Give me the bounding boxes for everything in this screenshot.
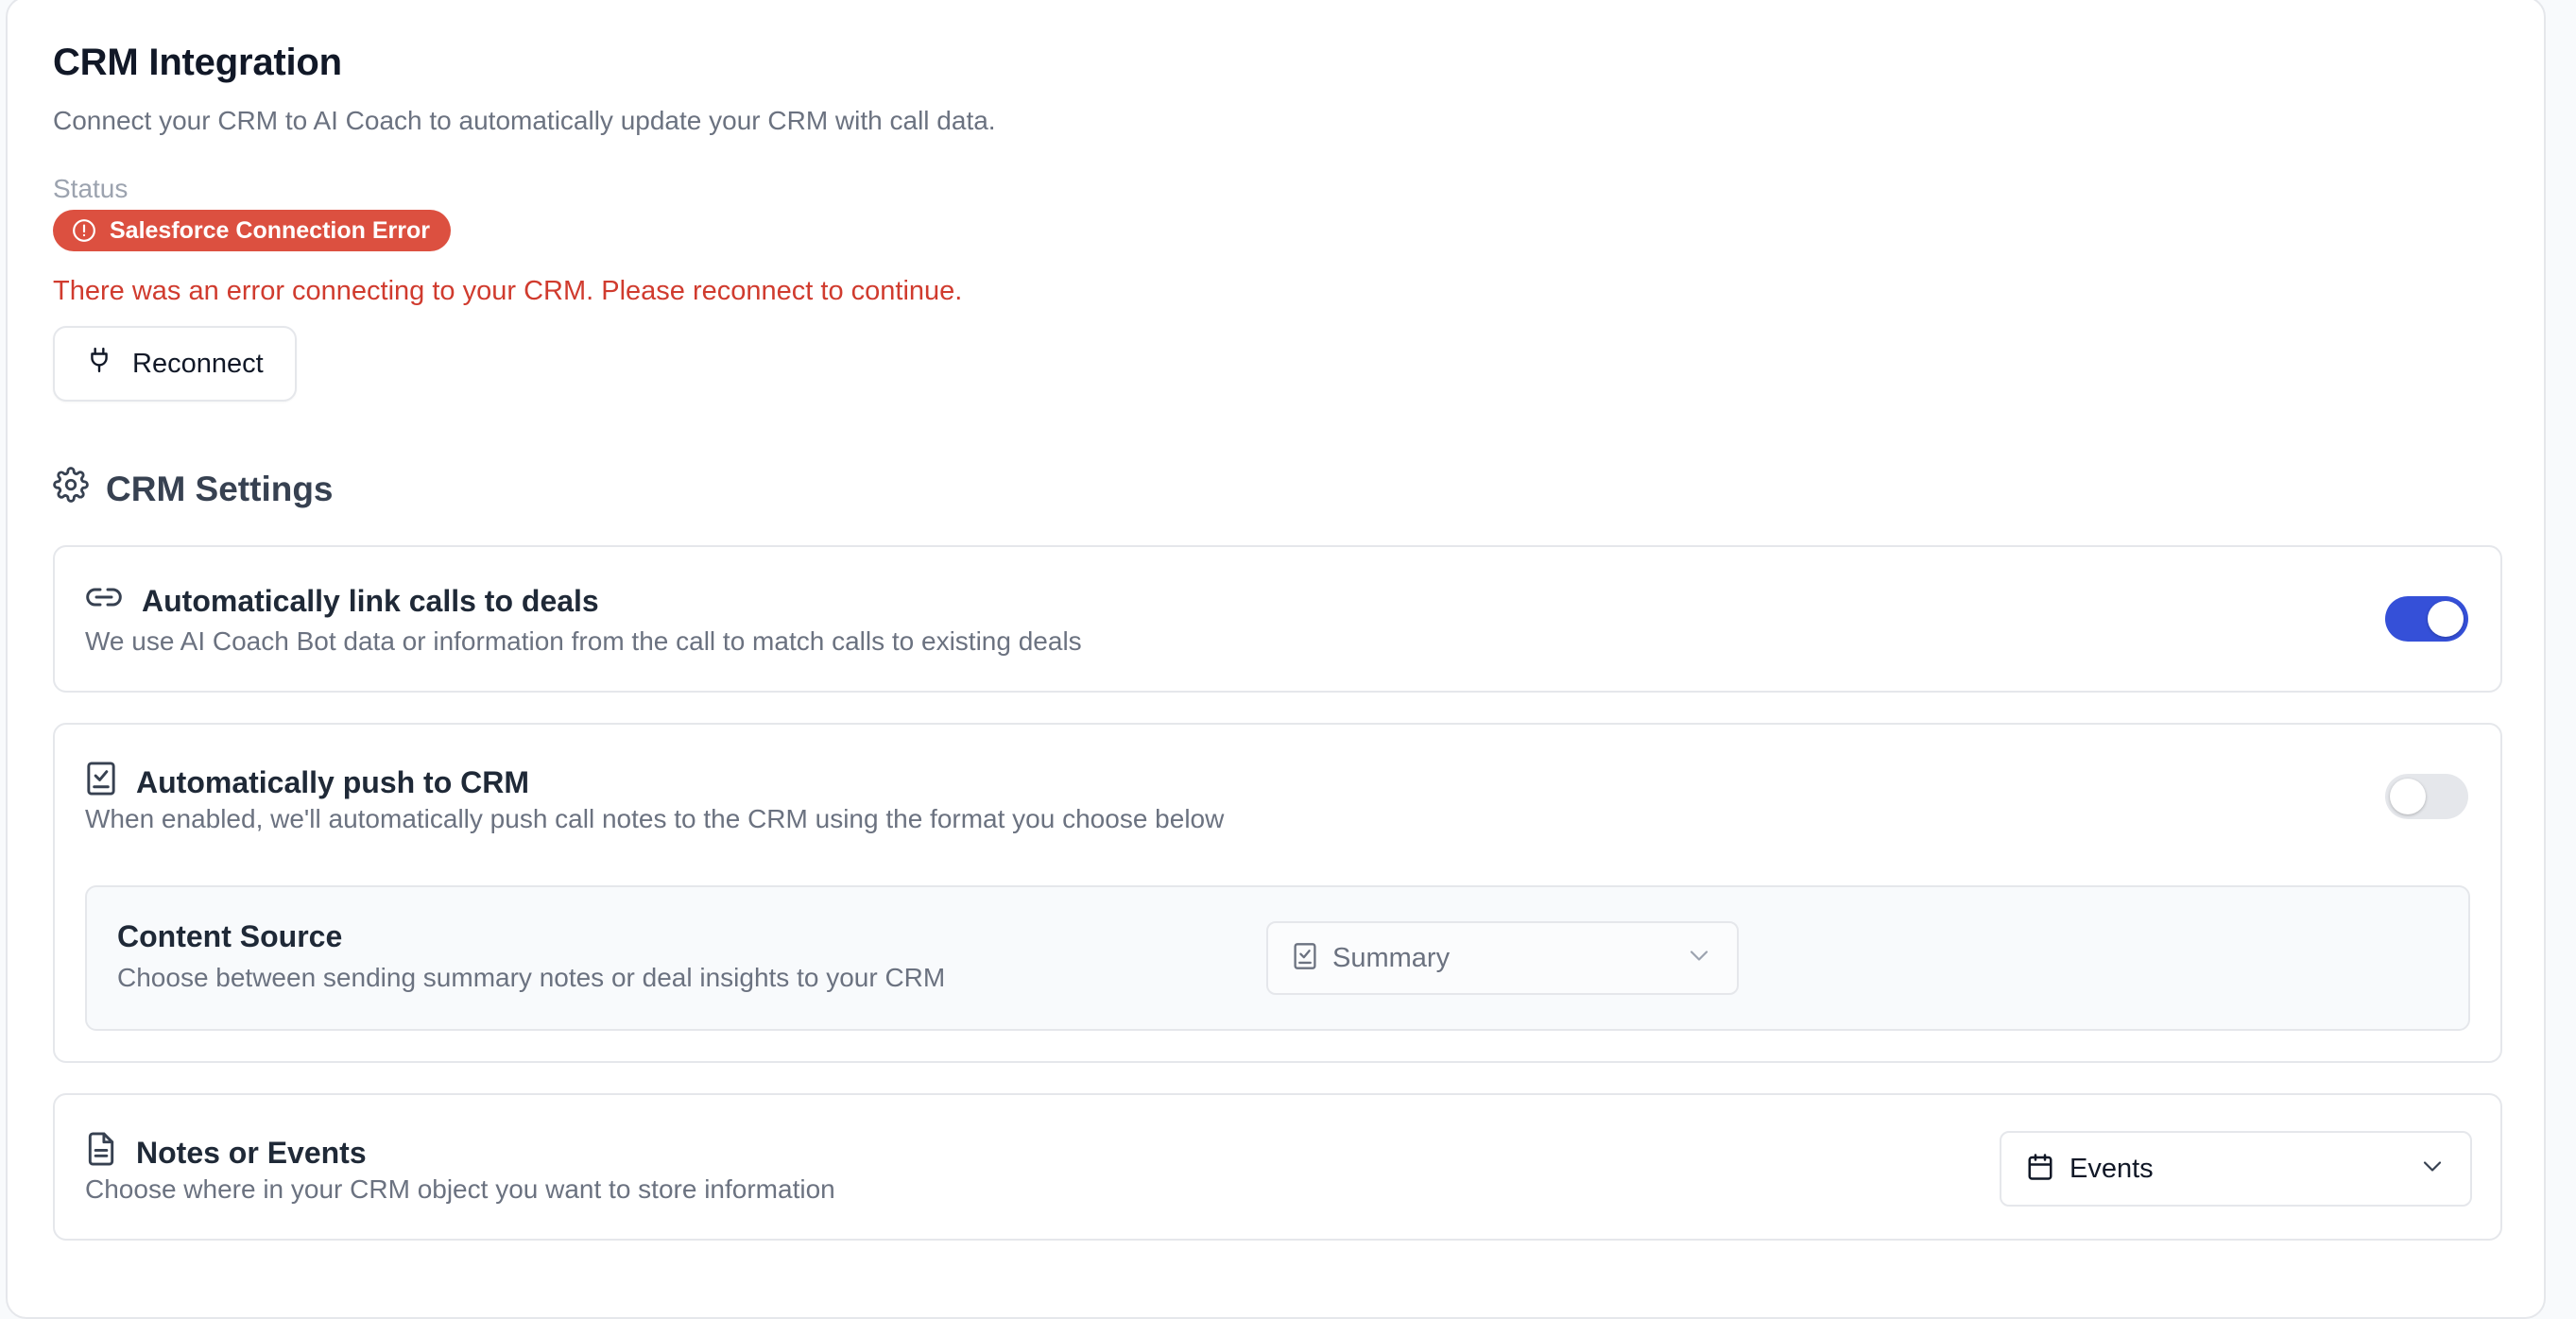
toggle-knob (2428, 601, 2464, 637)
error-message: There was an error connecting to your CR… (53, 276, 963, 306)
page-subtitle: Connect your CRM to AI Coach to automati… (53, 106, 996, 135)
clipboard-check-icon (1293, 942, 1317, 975)
link-calls-title: Automatically link calls to deals (142, 583, 599, 618)
status-label: Status (53, 174, 129, 203)
link-calls-description: We use AI Coach Bot data or information … (85, 626, 1082, 656)
notes-events-title: Notes or Events (136, 1135, 367, 1170)
notes-events-value: Events (2069, 1153, 2154, 1184)
crm-settings-title: CRM Settings (106, 469, 334, 508)
notes-events-setting: Notes or Events Choose where in your CRM… (53, 1093, 2502, 1241)
link-icon (85, 583, 123, 619)
file-text-icon (85, 1131, 117, 1174)
gear-icon (53, 467, 89, 511)
content-source-description: Choose between sending summary notes or … (117, 963, 946, 992)
reconnect-button[interactable]: Reconnect (53, 326, 297, 402)
content-source-value: Summary (1332, 942, 1451, 973)
push-crm-title: Automatically push to CRM (136, 764, 530, 799)
push-crm-description: When enabled, we'll automatically push c… (85, 804, 1225, 833)
link-calls-title-group: Automatically link calls to deals (85, 583, 599, 619)
content-source-select[interactable]: Summary (1266, 921, 1739, 995)
page-title: CRM Integration (53, 42, 342, 83)
push-crm-setting: Automatically push to CRM When enabled, … (53, 723, 2502, 1063)
content-source-panel: Content Source Choose between sending su… (85, 885, 2470, 1031)
notes-events-select[interactable]: Events (2000, 1131, 2472, 1207)
crm-settings-heading: CRM Settings (53, 467, 334, 511)
link-calls-setting: Automatically link calls to deals We use… (53, 545, 2502, 693)
toggle-knob (2390, 779, 2426, 814)
clipboard-check-icon (85, 761, 117, 804)
push-crm-title-group: Automatically push to CRM (85, 761, 529, 804)
plug-icon (87, 346, 112, 382)
status-badge: Salesforce Connection Error (53, 210, 451, 251)
chevron-down-icon (1688, 950, 1710, 968)
reconnect-label: Reconnect (132, 348, 264, 379)
link-calls-toggle[interactable] (2385, 596, 2468, 642)
push-crm-toggle[interactable] (2385, 774, 2468, 819)
notes-events-description: Choose where in your CRM object you want… (85, 1174, 835, 1204)
calendar-icon (2026, 1153, 2054, 1186)
alert-circle-icon (72, 218, 96, 243)
content-source-title: Content Source (117, 919, 343, 953)
notes-events-title-group: Notes or Events (85, 1131, 367, 1174)
chevron-down-icon (2421, 1160, 2444, 1178)
status-badge-label: Salesforce Connection Error (110, 216, 430, 244)
page: CRM Integration Connect your CRM to AI C… (0, 0, 2576, 1319)
